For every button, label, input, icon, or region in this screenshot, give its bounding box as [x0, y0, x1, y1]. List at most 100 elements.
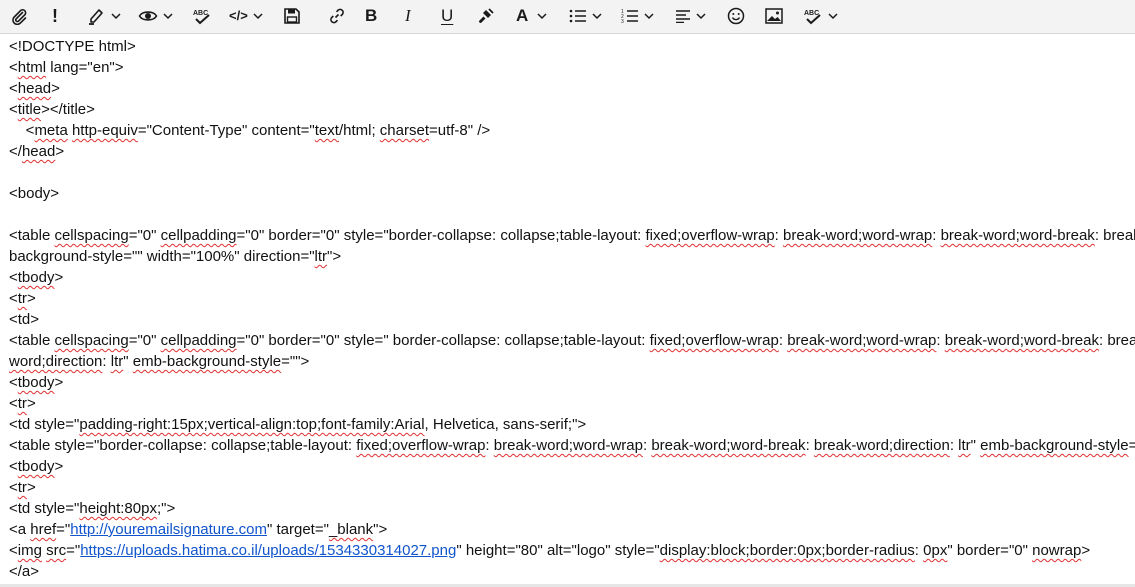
source-button[interactable]: </>: [229, 4, 263, 28]
chevron-down-icon: [537, 12, 547, 20]
misspelled-word: tr: [17, 395, 27, 412]
code-text: <: [9, 479, 18, 496]
code-link[interactable]: http://youremailsignature.com: [70, 521, 267, 538]
code-link[interactable]: https://uploads.hatima.co.il/uploads/153…: [80, 542, 456, 559]
code-text: <td style=": [9, 500, 80, 517]
code-line: <head>: [9, 78, 60, 99]
misspelled-word: break-word;word-wrap: [783, 227, 933, 244]
misspelled-word: word;direction: [9, 353, 103, 370]
format-painter-icon: [477, 7, 495, 25]
code-text: ="">: [1128, 437, 1135, 454]
misspelled-word: href: [30, 521, 57, 538]
code-line: <table cellspacing="0" cellpadding="0" b…: [9, 225, 1135, 246]
misspelled-word: emb-background-style: [132, 353, 282, 370]
code-text: <: [9, 395, 18, 412]
bold-icon: B: [365, 6, 378, 25]
code-text: <td>: [9, 311, 40, 328]
emoji-icon: [727, 7, 745, 25]
misspelled-word: img: [17, 542, 42, 559]
message-body-editor[interactable]: <!DOCTYPE html> <html lang="en"> <head> <ti…: [0, 34, 1135, 587]
code-text: <td style=": [9, 416, 80, 433]
code-text: =": [56, 521, 71, 538]
code-text: ": [123, 353, 133, 370]
code-line: <!DOCTYPE html>: [9, 36, 136, 57]
paperclip-icon: [10, 7, 28, 25]
code-text: <: [9, 269, 18, 286]
bold-button[interactable]: B: [365, 4, 377, 28]
code-line: <html lang="en">: [9, 57, 124, 78]
code-text: <: [9, 80, 18, 97]
chevron-down-icon: [592, 12, 602, 20]
italic-icon: I: [405, 6, 411, 25]
code-text: <: [9, 101, 18, 118]
code-text: : break-word;direction:: [1094, 227, 1135, 244]
misspelled-word: src: [46, 542, 67, 559]
chevron-down-icon: [696, 12, 706, 20]
code-line: <body>: [9, 183, 59, 204]
misspelled-word: ltr: [110, 353, 124, 370]
code-text: ="0" border="0" style="border-collapse: …: [236, 227, 646, 244]
format-painter-button[interactable]: [477, 4, 495, 28]
code-line: <img src="https://uploads.hatima.co.il/u…: [9, 540, 1090, 561]
chevron-down-icon: [163, 12, 173, 20]
code-text: =utf-8" />: [429, 122, 491, 139]
code-text: >: [26, 290, 36, 307]
save-icon: [283, 7, 301, 25]
code-text: >: [1081, 542, 1091, 559]
code-line: <tr>: [9, 393, 36, 414]
code-text: background-style="" width="100%" directi…: [9, 248, 315, 265]
code-text: :: [102, 353, 111, 370]
misspelled-word: cellpadding: [160, 227, 237, 244]
code-text: :: [949, 437, 959, 454]
align-button[interactable]: [675, 4, 706, 28]
svg-text:3: 3: [621, 19, 624, 24]
code-text: :: [936, 332, 945, 349]
chevron-down-icon: [644, 12, 654, 20]
underline-button[interactable]: U: [441, 4, 453, 28]
importance-button[interactable]: !: [52, 4, 58, 28]
emoji-button[interactable]: [727, 4, 745, 28]
code-line: <tbody>: [9, 267, 63, 288]
code-text: >: [26, 395, 36, 412]
insert-picture-button[interactable]: [765, 4, 783, 28]
link-button[interactable]: [328, 4, 346, 28]
code-line: </head>: [9, 141, 64, 162]
code-line: <meta http-equiv="Content-Type" content=…: [9, 120, 491, 141]
code-text: <: [9, 122, 35, 139]
code-text: ="Content-Type" content=": [137, 122, 315, 139]
chevron-down-icon: [253, 12, 263, 20]
misspelled-word: emb-background-style: [980, 437, 1129, 454]
exclamation-icon: !: [52, 6, 58, 26]
view-button[interactable]: [138, 4, 173, 28]
spelling-button[interactable]: ABC: [192, 4, 212, 28]
code-text: : break-: [1098, 332, 1135, 349]
code-line: <td style="padding-right:15px;vertical-a…: [9, 414, 586, 435]
code-text: =": [66, 542, 81, 559]
code-text: lang="en">: [46, 59, 124, 76]
italic-button[interactable]: I: [405, 4, 411, 28]
misspelled-word: break-word;word-break: [940, 227, 1095, 244]
misspelled-word: break-word;direction: [813, 437, 950, 454]
code-text: <body>: [9, 185, 60, 202]
editor-menu-button[interactable]: ABC: [803, 4, 838, 28]
code-line: <tbody>: [9, 372, 63, 393]
code-line: <table style="border-collapse: collapse;…: [9, 435, 1135, 456]
save-button[interactable]: [283, 4, 301, 28]
code-line: <tr>: [9, 288, 36, 309]
misspelled-word: fixed;overflow-wrap: [649, 332, 779, 349]
code-line: <tr>: [9, 477, 36, 498]
code-icon: </>: [229, 8, 248, 23]
misspelled-word: fixed;overflow-wrap: [645, 227, 775, 244]
code-text: <!DOCTYPE html>: [9, 38, 136, 55]
misspelled-word: meta: [34, 122, 68, 139]
numbering-button[interactable]: 123: [621, 4, 654, 28]
highlight-button[interactable]: [86, 4, 121, 28]
code-text: ="0": [128, 332, 161, 349]
image-icon: [765, 8, 783, 24]
attach-button[interactable]: [10, 4, 28, 28]
font-color-button[interactable]: A: [516, 4, 547, 28]
misspelled-word: fixed;overflow-wrap: [356, 437, 486, 454]
svg-text:ABC: ABC: [193, 10, 208, 17]
bullets-button[interactable]: [569, 4, 602, 28]
chevron-down-icon: [111, 12, 121, 20]
